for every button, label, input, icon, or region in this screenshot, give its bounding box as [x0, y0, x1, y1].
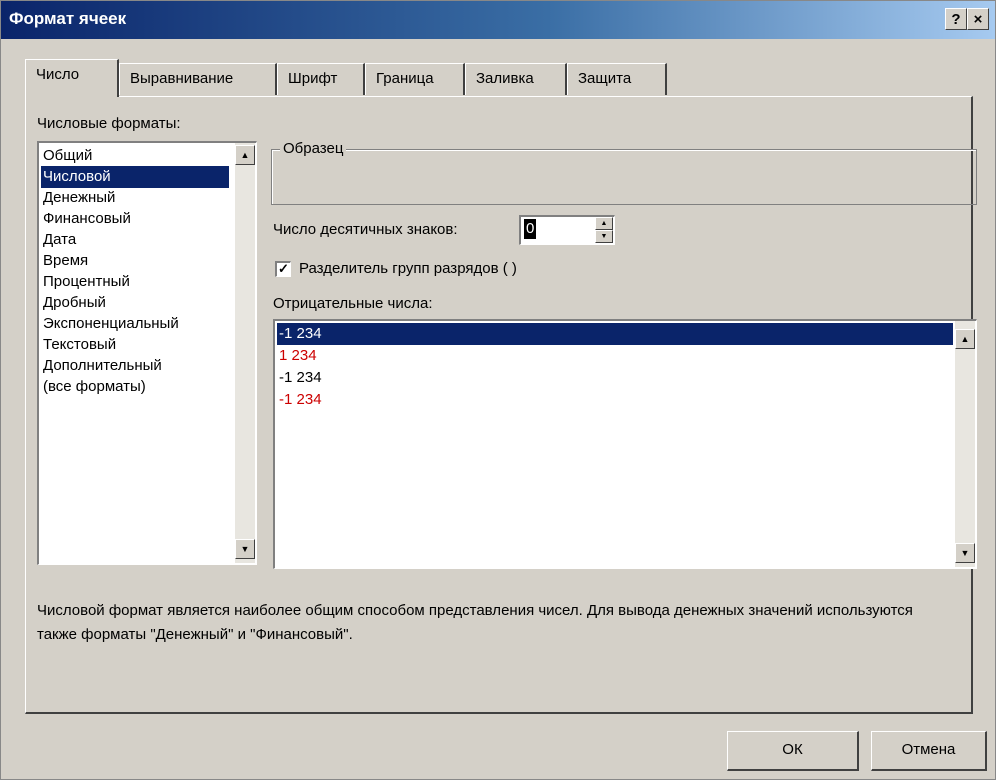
tab-alignment[interactable]: Выравнивание: [119, 63, 277, 95]
negative-numbers-list[interactable]: -1 234 1 234 -1 234 -1 234 ▲ ▼: [273, 319, 977, 569]
tab-border[interactable]: Граница: [365, 63, 465, 95]
negative-scroll-down-button[interactable]: ▼: [955, 543, 975, 563]
negative-item-2[interactable]: 1 234: [277, 345, 953, 367]
format-item-percentage[interactable]: Процентный: [41, 271, 229, 293]
tab-number[interactable]: Число: [25, 59, 119, 97]
sample-group: Образец: [271, 140, 977, 205]
spin-up-button[interactable]: ▲: [595, 217, 613, 230]
negative-item-4[interactable]: -1 234: [277, 389, 953, 411]
close-button[interactable]: ×: [967, 8, 989, 30]
spin-down-button[interactable]: ▼: [595, 230, 613, 243]
formats-scroll-up-button[interactable]: ▲: [235, 145, 255, 165]
ok-button[interactable]: ОК: [727, 731, 859, 771]
negative-numbers-label: Отрицательные числа:: [273, 295, 433, 312]
format-item-number[interactable]: Числовой: [41, 166, 229, 188]
format-cells-dialog: Формат ячеек ? × Число Выравнивание Шриф…: [0, 0, 996, 780]
decimal-places-label: Число десятичных знаков:: [273, 221, 458, 238]
negative-item-1[interactable]: -1 234: [277, 323, 953, 345]
decimal-places-value: 0: [524, 219, 537, 239]
negative-item-3[interactable]: -1 234: [277, 367, 953, 389]
number-formats-list[interactable]: Общий Числовой Денежный Финансовый Дата …: [37, 141, 257, 565]
format-item-time[interactable]: Время: [41, 250, 229, 272]
formats-scroll-down-button[interactable]: ▼: [235, 539, 255, 559]
formats-scrollbar[interactable]: ▲ ▼: [235, 143, 255, 563]
format-item-currency[interactable]: Денежный: [41, 187, 229, 209]
format-item-accounting[interactable]: Финансовый: [41, 208, 229, 230]
format-item-custom[interactable]: (все форматы): [41, 376, 229, 398]
format-item-scientific[interactable]: Экспоненциальный: [41, 313, 229, 335]
help-button[interactable]: ?: [945, 8, 967, 30]
separator-checkbox[interactable]: ✓: [275, 261, 291, 277]
tab-protection[interactable]: Защита: [567, 63, 667, 95]
title-bar[interactable]: Формат ячеек ? ×: [1, 1, 995, 39]
number-formats-label: Числовые форматы:: [37, 115, 181, 132]
format-item-general[interactable]: Общий: [41, 145, 229, 167]
dialog-title: Формат ячеек: [9, 9, 127, 28]
negative-scrollbar[interactable]: ▲ ▼: [955, 321, 975, 567]
negative-scroll-up-button[interactable]: ▲: [955, 329, 975, 349]
format-description: Числовой формат является наиболее общим …: [37, 602, 913, 643]
decimal-places-input[interactable]: 0 ▲ ▼: [519, 215, 615, 245]
cancel-button[interactable]: Отмена: [871, 731, 987, 771]
format-item-date[interactable]: Дата: [41, 229, 229, 251]
separator-label[interactable]: Разделитель групп разрядов ( ): [299, 260, 517, 277]
format-item-fraction[interactable]: Дробный: [41, 292, 229, 314]
format-item-text[interactable]: Текстовый: [41, 334, 229, 356]
format-item-special[interactable]: Дополнительный: [41, 355, 229, 377]
sample-legend: Образец: [280, 140, 347, 157]
tab-font[interactable]: Шрифт: [277, 63, 365, 95]
tab-fill[interactable]: Заливка: [465, 63, 567, 95]
